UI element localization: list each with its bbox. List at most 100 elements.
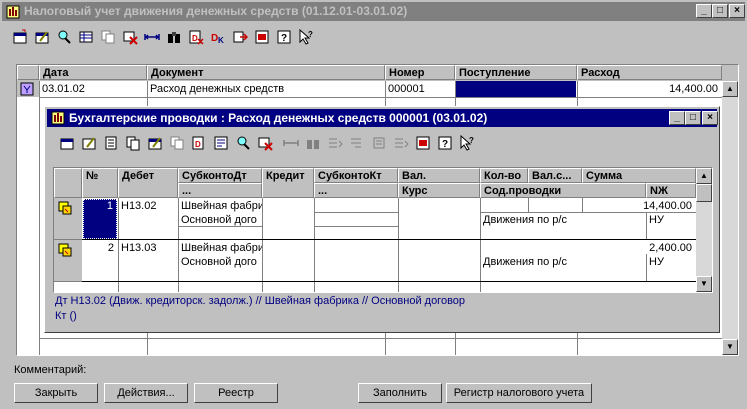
col-journal-header[interactable]: NЖ [646, 183, 696, 198]
col-num-header[interactable]: № [82, 168, 118, 198]
edit2-icon[interactable] [147, 135, 163, 151]
fill-button[interactable]: Заполнить [358, 383, 442, 403]
entry-subconto-dt-2: Основной дого [181, 214, 257, 226]
copy-rows-icon[interactable] [393, 135, 409, 151]
sort-icon[interactable] [371, 135, 387, 151]
grid-line [82, 239, 696, 240]
col-document-header[interactable]: Документ [147, 65, 385, 80]
journal-minimize-button[interactable]: _ [669, 111, 685, 125]
journal-title-bar[interactable]: Бухгалтерские проводки : Расход денежных… [47, 109, 718, 127]
binoculars-icon[interactable] [166, 29, 182, 45]
grid-line [528, 198, 529, 212]
entry-subconto-dt-1: Швейная фабри [181, 200, 262, 212]
svg-text:?: ? [469, 136, 474, 145]
col-subconto-kt-header[interactable]: СубконтоКт [314, 168, 398, 183]
minimize-button[interactable]: _ [696, 4, 712, 18]
scroll-up-button[interactable]: ▲ [722, 81, 738, 97]
new-doc-icon[interactable] [12, 29, 28, 45]
col-date-header[interactable]: Дата [39, 65, 147, 80]
interval-icon[interactable] [283, 135, 299, 151]
row-indicator-header [17, 65, 39, 80]
journal-close-button[interactable]: × [702, 111, 718, 125]
close-window-button[interactable]: × [729, 4, 745, 18]
copy-icon[interactable] [169, 135, 185, 151]
delete-icon[interactable] [122, 29, 138, 45]
grid-line [314, 212, 398, 213]
entry-amount: 2,400.00 [649, 242, 692, 254]
find-icon[interactable] [56, 29, 72, 45]
col-qty-header[interactable]: Кол-во [480, 168, 528, 183]
entry-debit-details: Дт Н13.02 (Движ. кредиторск. задолж.) //… [55, 295, 466, 307]
new-entry-icon[interactable] [59, 135, 75, 151]
main-title-bar[interactable]: Налоговый учет движения денежных средств… [2, 2, 745, 21]
entries-scroll-thumb[interactable] [696, 184, 712, 202]
entry-indicator-header [54, 168, 82, 198]
pointer-help-icon[interactable]: ? [298, 29, 314, 45]
entry-journal: НУ [649, 214, 664, 226]
dk-icon[interactable]: DK [210, 29, 226, 45]
col-currency-header[interactable]: Вал. [398, 168, 480, 183]
doc-dt-icon[interactable]: D [188, 29, 204, 45]
col-subconto-dt-header[interactable]: СубконтоДт [178, 168, 262, 183]
move-up-icon[interactable] [349, 135, 365, 151]
actions-button-label: Действия... [117, 387, 175, 399]
delete-icon[interactable] [257, 135, 273, 151]
interval-icon[interactable] [144, 29, 160, 45]
col-number-header[interactable]: Номер [385, 65, 455, 80]
col-debit-header[interactable]: Дебет [118, 168, 178, 198]
registry-button-label: Реестр [218, 387, 254, 399]
close-button[interactable]: Закрыть [14, 383, 98, 403]
export-icon[interactable] [232, 29, 248, 45]
journal-maximize-button[interactable]: □ [685, 111, 701, 125]
grid-line [646, 212, 647, 240]
table-row[interactable]: 03.01.02 Расход денежных средств 000001 … [17, 81, 722, 97]
grid-icon[interactable] [78, 29, 94, 45]
report-icon[interactable] [213, 135, 229, 151]
entry-num-selected[interactable]: 1 [83, 199, 117, 239]
maximize-button[interactable]: □ [712, 4, 728, 18]
tax-register-button[interactable]: Регистр налогового учета [446, 383, 592, 403]
col-credit-header[interactable]: Кредит [262, 168, 314, 198]
main-vertical-scrollbar[interactable]: ▲ ▼ [722, 81, 738, 355]
entry-description: Движения по р/с [483, 214, 567, 226]
move-down-icon[interactable] [327, 135, 343, 151]
edit-entry-icon[interactable] [81, 135, 97, 151]
pointer-help-icon[interactable]: ? [459, 135, 475, 151]
journal-window: Бухгалтерские проводки : Расход денежных… [44, 106, 720, 333]
registry-button[interactable]: Реестр [194, 383, 278, 403]
journal-toolbar: D ? ? [49, 131, 709, 155]
grid-line [118, 198, 119, 292]
copy-icon[interactable] [100, 29, 116, 45]
scroll-down-button[interactable]: ▼ [722, 339, 738, 355]
entries-scroll-down-button[interactable]: ▼ [696, 276, 712, 292]
find-icon[interactable] [235, 135, 251, 151]
help-icon[interactable]: ? [276, 29, 292, 45]
entry-amount: 14,400.00 [643, 200, 692, 212]
col-cur-sum-header[interactable]: Вал.с... [528, 168, 582, 183]
col-expense-header[interactable]: Расход [577, 65, 722, 80]
binoculars-icon[interactable] [305, 135, 321, 151]
cell-income-selected[interactable] [456, 81, 576, 97]
col-income-header[interactable]: Поступление [455, 65, 577, 80]
entry-credit-details: Кт () [55, 310, 77, 322]
main-toolbar: D DK ? ? [4, 24, 744, 50]
entries-scroll-up-button[interactable]: ▲ [696, 168, 712, 184]
grid-line [82, 281, 696, 282]
col-subconto-dt-sub-header: ... [178, 183, 262, 198]
journal-icon[interactable] [415, 135, 431, 151]
actions-button[interactable]: Действия... [104, 383, 188, 403]
help-icon[interactable]: ? [437, 135, 453, 151]
edit-doc-icon[interactable] [34, 29, 50, 45]
doc-icon[interactable] [103, 135, 119, 151]
copy-doc-icon[interactable] [125, 135, 141, 151]
grid-line [39, 81, 40, 355]
journal-icon[interactable] [254, 29, 270, 45]
doc-dt-icon[interactable]: D [191, 135, 207, 151]
col-sum-header[interactable]: Сумма [582, 168, 696, 183]
entry-description: Движения по р/с [483, 256, 567, 268]
col-rate-header[interactable]: Курс [398, 183, 480, 198]
col-content-header[interactable]: Сод.проводки [480, 183, 646, 198]
tax-register-button-label: Регистр налогового учета [453, 387, 585, 399]
entries-vertical-scrollbar[interactable]: ▲ ▼ [696, 168, 712, 292]
svg-text:D: D [192, 34, 198, 43]
